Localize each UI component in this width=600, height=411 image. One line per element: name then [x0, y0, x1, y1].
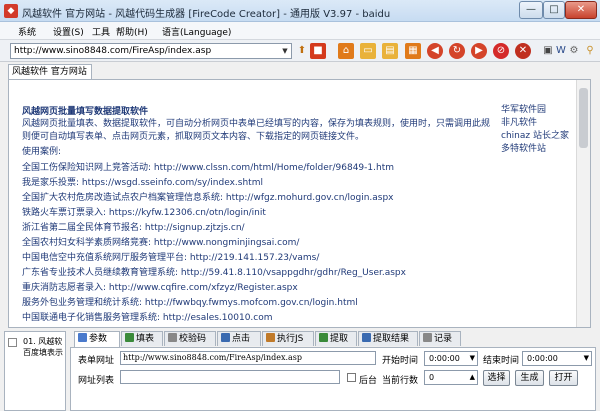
open-button[interactable]: 打开 [549, 370, 578, 386]
lower-panel: 01. 风越软 百度填表示 参数 填表 校验码 点击 执行JS 提取 提取结果 … [0, 329, 600, 411]
toolbar: http://www.sino8848.com/FireAsp/index.as… [0, 40, 600, 62]
stop-icon[interactable]: ■ [310, 43, 326, 59]
tree-checkbox[interactable] [8, 338, 17, 347]
menu-bar: 系统 设置(S) 工具 帮助(H) 语言(Language) [0, 22, 600, 40]
row-count-label: 当前行数 [382, 376, 419, 386]
end-time-select[interactable]: 0:00:00 ▼ [522, 351, 592, 366]
address-text: http://www.sino8848.com/FireAsp/index.as… [14, 46, 212, 56]
side-link[interactable]: 华军软件园 [501, 104, 569, 117]
site-item[interactable]: 全国工伤保险知识网上竞答活动: http://www.clssn.com/htm… [22, 160, 394, 173]
vertical-scrollbar[interactable] [576, 80, 590, 327]
params-panel: 表单网址 http://www.sino8848.com/FireAsp/ind… [70, 347, 596, 411]
close-button[interactable]: ✕ [565, 1, 597, 19]
menu-help[interactable]: 帮助(H) [116, 25, 148, 38]
site-item[interactable]: 全国扩大农村危房改造试点农户档案管理信息系统: http://wfgz.mohu… [22, 190, 394, 203]
tab-record[interactable]: 记录 [419, 331, 461, 346]
side-link[interactable]: 多特软件站 [501, 143, 569, 156]
tree-item[interactable]: 01. 风越软 [23, 336, 62, 347]
captcha-icon [168, 333, 177, 342]
url-label: 表单网址 [78, 356, 115, 366]
title-bar: ◆ 风越软件 官方网站 - 风越代码生成器 [FireCode Creator]… [0, 0, 600, 22]
scrollbar-thumb[interactable] [579, 88, 588, 148]
go-icon[interactable]: ⬆ [294, 43, 310, 59]
tab-captcha[interactable]: 校验码 [164, 331, 216, 346]
task-tree: 01. 风越软 百度填表示 [4, 331, 66, 411]
background-checkbox[interactable] [347, 373, 356, 382]
tab-click[interactable]: 点击 [217, 331, 261, 346]
menu-system[interactable]: 系统 [18, 25, 36, 38]
start-time-label: 开始时间 [382, 356, 419, 366]
usage-label: 使用案例: [22, 147, 62, 157]
back-icon[interactable]: ◀ [427, 43, 443, 59]
browser-tab[interactable]: 风越软件 官方网站 [8, 64, 92, 79]
form-url-input[interactable]: http://www.sino8848.com/FireAsp/index.as… [120, 351, 376, 365]
record-icon [423, 333, 432, 342]
search-icon[interactable]: ⚲ [582, 43, 598, 59]
spinner-icon: ▲ [469, 373, 475, 381]
minimize-button[interactable]: — [519, 1, 543, 19]
tab-extract[interactable]: 提取 [315, 331, 357, 346]
site-item[interactable]: 铁路火车票订票录入: https://kyfw.12306.cn/otn/log… [22, 205, 266, 218]
window-title: 风越软件 官方网站 - 风越代码生成器 [FireCode Creator] -… [22, 9, 391, 20]
chevron-down-icon[interactable]: ▼ [279, 44, 291, 58]
page-intro: 风越网页批量填表、数据提取软件，可自动分析网页中表单已经填写的内容，保存为填表规… [22, 119, 491, 142]
tab-params[interactable]: 参数 [74, 331, 120, 347]
folder-icon[interactable]: ▭ [360, 43, 376, 59]
open-icon[interactable]: ▤ [382, 43, 398, 59]
site-item[interactable]: 服务外包业务管理和统计系统: http://fwwbqy.fwmys.mofco… [22, 295, 358, 308]
window-icon[interactable]: ▦ [405, 43, 421, 59]
generate-button[interactable]: 生成 [515, 370, 544, 386]
tab-extract-result[interactable]: 提取结果 [358, 331, 418, 346]
url-list-label: 网址列表 [78, 376, 115, 386]
url-list-input[interactable] [120, 370, 340, 384]
app-icon: ◆ [4, 4, 18, 18]
settings-icon[interactable]: ⚙ [566, 43, 582, 59]
site-item[interactable]: 我是家乐投票: https://wsgd.sseinfo.com/sy/inde… [22, 175, 263, 188]
result-icon [362, 333, 371, 342]
chevron-down-icon: ▼ [469, 354, 475, 362]
forbid-icon[interactable]: ⊘ [493, 43, 509, 59]
tab-bar: 参数 填表 校验码 点击 执行JS 提取 提取结果 记录 [70, 331, 600, 347]
menu-tools[interactable]: 工具 [92, 25, 110, 38]
tab-fill[interactable]: 填表 [121, 331, 163, 346]
home-icon[interactable]: ⌂ [338, 43, 354, 59]
select-button[interactable]: 选择 [483, 370, 510, 386]
page-title: 风越网页批量填写数据提取软件 [22, 107, 149, 117]
refresh-icon[interactable]: ↻ [449, 43, 465, 59]
menu-settings[interactable]: 设置(S) [53, 25, 84, 38]
cancel-icon[interactable]: ✕ [515, 43, 531, 59]
fill-icon [125, 333, 134, 342]
site-item[interactable]: 中国联通电子化销售服务管理系统: http://esales.10010.com [22, 310, 273, 323]
click-icon [221, 333, 230, 342]
end-time-label: 结束时间 [483, 356, 520, 366]
site-item[interactable]: 浙江省第二届全民体育节报名: http://signup.zjtzjs.cn/ [22, 220, 245, 233]
side-links: 华军软件园 非凡软件 chinaz 站长之家 多特软件站 [501, 104, 569, 156]
address-combo[interactable]: http://www.sino8848.com/FireAsp/index.as… [10, 43, 292, 59]
js-icon [266, 333, 275, 342]
site-item[interactable]: 广东省专业技术人员继续教育管理系统: http://59.41.8.110/vs… [22, 265, 406, 278]
web-content: 风越网页批量填写数据提取软件 风越网页批量填表、数据提取软件，可自动分析网页中表… [8, 79, 591, 328]
params-icon [78, 333, 87, 342]
site-item[interactable]: 全国农村妇女科学素质网络竞赛: http://www.nongminjingsa… [22, 235, 299, 248]
chevron-down-icon: ▼ [583, 354, 589, 362]
site-item[interactable]: 中国电信空中充值系统网厅服务管理平台: http://219.141.157.2… [22, 250, 319, 263]
extract-icon [319, 333, 328, 342]
site-item[interactable]: 重庆消防志愿者录入: http://www.cqfire.com/xfzyz/R… [22, 280, 298, 293]
background-label: 后台 [359, 376, 378, 386]
tab-exec-js[interactable]: 执行JS [262, 331, 314, 346]
forward-icon[interactable]: ▶ [471, 43, 487, 59]
menu-language[interactable]: 语言(Language) [162, 25, 231, 38]
start-time-select[interactable]: 0:00:00 ▼ [424, 351, 478, 366]
tree-item[interactable]: 百度填表示 [23, 347, 63, 358]
side-link[interactable]: 非凡软件 [501, 117, 569, 130]
row-count-input[interactable]: 0 ▲ [424, 370, 478, 385]
side-link[interactable]: chinaz 站长之家 [501, 130, 569, 143]
maximize-button[interactable]: □ [543, 1, 565, 19]
